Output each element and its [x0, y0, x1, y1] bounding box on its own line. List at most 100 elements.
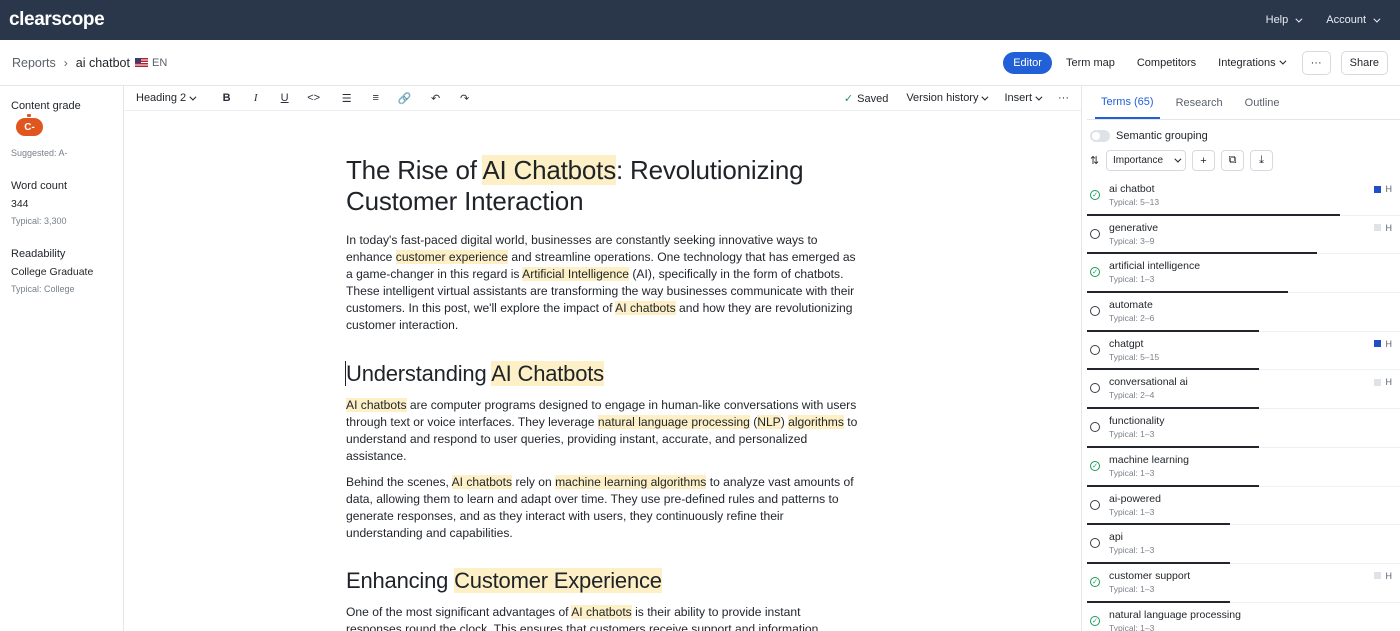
term-highlight: AI chatbots: [615, 301, 676, 316]
chevron-down-icon: [189, 93, 197, 101]
readability: Readability College Graduate Typical: Co…: [11, 248, 112, 294]
paragraph-intro[interactable]: In today's fast-paced digital world, bus…: [346, 232, 858, 335]
share-button[interactable]: Share: [1340, 50, 1388, 75]
term-controls: ⇅ Importance + ⧉ ⤓: [1087, 142, 1400, 171]
term-name: natural language processing: [1109, 608, 1241, 621]
term-name: ai chatbot: [1109, 183, 1155, 195]
term-typical: Typical: 5–13: [1109, 197, 1160, 207]
term-name: functionality: [1109, 415, 1165, 428]
numbered-list-icon[interactable]: ≡: [361, 92, 390, 104]
tab-research[interactable]: Research: [1170, 86, 1229, 119]
heading-text: Understanding: [346, 360, 492, 386]
sort-icon[interactable]: ⇅: [1090, 154, 1100, 167]
redo-icon[interactable]: ↷: [450, 92, 479, 105]
heading-flag-icon: [1373, 185, 1381, 193]
toolbar-more-button[interactable]: ···: [1058, 92, 1069, 104]
heading-enhancing[interactable]: Enhancing Customer Experience: [346, 567, 858, 595]
code-icon[interactable]: <>: [299, 92, 328, 104]
paragraph-definition[interactable]: AI chatbots are computer programs design…: [346, 397, 858, 465]
term-row[interactable]: generative Typical: 3–9 H: [1087, 216, 1400, 255]
grade-suggested: Suggested: A-: [11, 148, 68, 158]
version-history-menu[interactable]: Version history: [906, 92, 989, 104]
insert-label: Insert: [1004, 92, 1032, 104]
empty-circle-icon: [1090, 306, 1100, 317]
download-icon[interactable]: ⤓: [1250, 150, 1273, 171]
tab-competitors[interactable]: Competitors: [1129, 52, 1204, 74]
term-name: api: [1109, 531, 1124, 544]
term-row[interactable]: automate Typical: 2–6: [1087, 293, 1400, 332]
check-circle-icon: ✓: [1090, 190, 1100, 200]
term-highlight: customer experience: [395, 250, 509, 265]
term-flag-label: H: [1385, 338, 1393, 349]
chevron-down-icon: [1279, 57, 1287, 65]
tab-integrations[interactable]: Integrations: [1210, 52, 1291, 74]
tab-outline[interactable]: Outline: [1239, 86, 1286, 119]
bold-icon[interactable]: B: [212, 92, 241, 104]
check-circle-icon: ✓: [1090, 460, 1100, 471]
more-button[interactable]: ···: [1301, 50, 1331, 75]
heading-text: Enhancing: [346, 568, 455, 594]
underline-icon[interactable]: U: [270, 92, 299, 104]
terms-panel: Terms (65) Research Outline Semantic gro…: [1082, 86, 1400, 631]
document-title[interactable]: The Rise of AI Chatbots: Revolutionizing…: [346, 155, 858, 217]
paragraph-advantages[interactable]: One of the most significant advantages o…: [346, 604, 858, 631]
term-row[interactable]: functionality Typical: 1–3: [1087, 409, 1400, 448]
check-circle-icon: ✓: [1090, 267, 1100, 278]
term-row[interactable]: ✓ artificial intelligence Typical: 1–3: [1087, 254, 1400, 294]
term-typical: Typical: 3–9: [1109, 235, 1155, 246]
term-row[interactable]: ✓ customer support Typical: 1–3 H: [1087, 564, 1400, 603]
link-icon[interactable]: 🔗: [390, 92, 419, 105]
term-highlight: machine learning algorithms: [555, 474, 707, 489]
tab-terms[interactable]: Terms (65): [1095, 86, 1160, 119]
saved-label: Saved: [857, 92, 889, 105]
title-text: The Rise of: [346, 155, 483, 185]
term-name: artificial intelligence: [1109, 260, 1201, 273]
term-row[interactable]: api Typical: 1–3: [1087, 525, 1400, 564]
italic-icon[interactable]: I: [241, 92, 270, 104]
add-icon[interactable]: +: [1192, 150, 1215, 171]
report-header: Reports › ai chatbot EN Editor Term map …: [0, 40, 1400, 86]
account-menu[interactable]: Account: [1326, 14, 1381, 26]
check-circle-icon: ✓: [1090, 576, 1100, 587]
term-row[interactable]: chatgpt Typical: 5–15 H: [1087, 332, 1400, 371]
term-row[interactable]: ✓ ai chatbot Typical: 5–13 H: [1087, 177, 1400, 216]
bullet-list-icon[interactable]: ☰: [332, 92, 361, 105]
copy-icon[interactable]: ⧉: [1221, 150, 1244, 171]
tab-term-map[interactable]: Term map: [1058, 52, 1123, 74]
semantic-grouping-toggle[interactable]: [1090, 130, 1110, 142]
term-highlight: natural language processing: [597, 414, 750, 429]
help-menu[interactable]: Help: [1266, 14, 1303, 26]
undo-icon[interactable]: ↶: [421, 92, 450, 105]
term-row[interactable]: ✓ natural language processing Typical: 1–3: [1087, 603, 1400, 631]
document-body[interactable]: The Rise of AI Chatbots: Revolutionizing…: [124, 111, 1081, 631]
logo[interactable]: clearscope: [9, 9, 105, 31]
breadcrumb-reports[interactable]: Reports: [12, 56, 56, 70]
sort-label: Importance: [1113, 155, 1164, 166]
term-row[interactable]: ai-powered Typical: 1–3: [1087, 487, 1400, 526]
saved-status: ✓ Saved: [844, 92, 888, 105]
paragraph-behind-scenes[interactable]: Behind the scenes, AI chatbots rely on m…: [346, 474, 858, 542]
heading-flag-icon: [1373, 378, 1381, 386]
term-row[interactable]: ✓ machine learning Typical: 1–3: [1087, 448, 1400, 487]
term-typical: Typical: 1–3: [1109, 429, 1155, 440]
term-highlight: NLP: [757, 414, 781, 429]
us-flag-icon: [135, 58, 148, 67]
term-list: ✓ ai chatbot Typical: 5–13 Hgenerative Typic…: [1087, 171, 1400, 631]
term-flag-label: H: [1385, 222, 1393, 233]
tab-editor[interactable]: Editor: [1003, 51, 1052, 74]
insert-menu[interactable]: Insert: [1004, 92, 1043, 104]
term-flag: H: [1373, 377, 1392, 387]
chevron-down-icon: [1035, 93, 1043, 101]
term-typical: Typical: 5–15: [1109, 351, 1160, 362]
term-name: machine learning: [1109, 453, 1189, 466]
sort-select[interactable]: Importance: [1106, 150, 1186, 171]
word-count-label: Word count: [11, 180, 68, 192]
term-row[interactable]: conversational ai Typical: 2–4 H: [1087, 370, 1400, 410]
heading-understanding[interactable]: Understanding AI Chatbots: [345, 360, 858, 388]
view-tabs: Editor Term map Competitors Integrations…: [1003, 50, 1388, 75]
content-grade-label: Content grade: [11, 100, 81, 112]
term-highlight: algorithms: [788, 414, 844, 429]
heading-select[interactable]: Heading 2: [136, 92, 197, 104]
content-grade: Content grade C- Suggested: A-: [11, 100, 112, 158]
term-name: conversational ai: [1109, 376, 1188, 389]
